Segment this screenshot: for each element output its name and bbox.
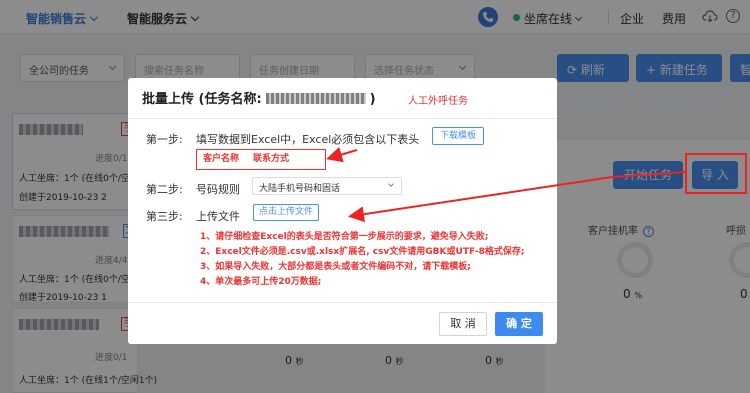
arrow-to-headers	[326, 146, 358, 163]
annotation-arrows	[326, 146, 686, 223]
arrow-from-import	[611, 171, 686, 178]
arrow-to-upload	[348, 176, 613, 223]
